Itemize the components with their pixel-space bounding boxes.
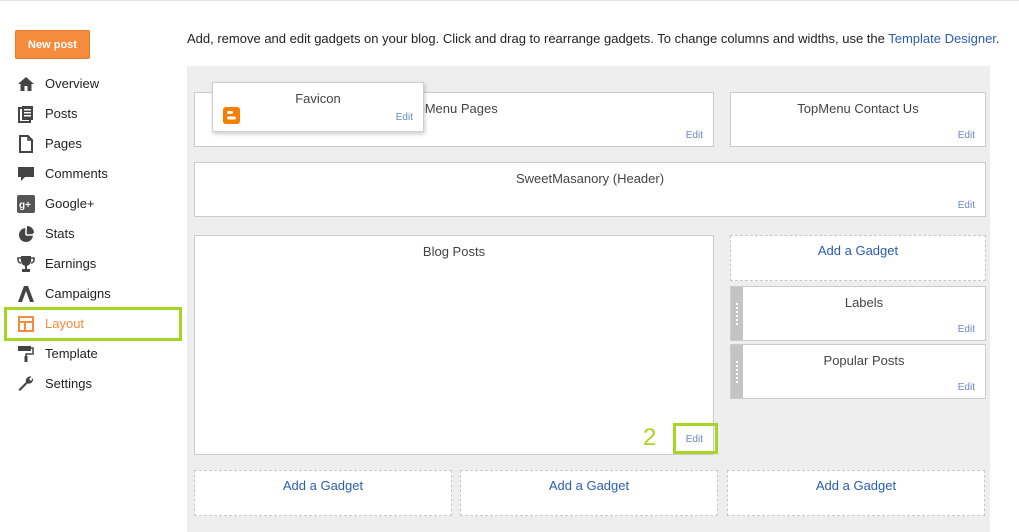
sidebar-item-settings[interactable]: Settings xyxy=(0,369,185,399)
svg-text:g+: g+ xyxy=(19,200,31,211)
gadget-title: Blog Posts xyxy=(422,244,486,259)
gadget-header[interactable]: SweetMasanory (Header) Edit xyxy=(194,162,986,217)
paint-roller-icon xyxy=(18,346,34,362)
pages-icon xyxy=(19,135,33,153)
sidebar-item-label: Overview xyxy=(45,76,100,91)
add-gadget-sidebar[interactable]: Add a Gadget xyxy=(730,235,986,281)
edit-link[interactable]: Edit xyxy=(958,324,975,335)
sidebar-item-pages[interactable]: Pages xyxy=(0,129,185,159)
edit-highlight-box xyxy=(673,423,718,454)
campaigns-icon xyxy=(18,286,34,302)
sidebar-item-overview[interactable]: Overview xyxy=(0,69,185,99)
pie-chart-icon xyxy=(19,226,34,242)
new-post-button[interactable]: New post xyxy=(15,30,90,59)
edit-link[interactable]: Edit xyxy=(958,200,975,211)
sidebar-item-label: Posts xyxy=(45,106,78,121)
annotation-step-2: 2 xyxy=(643,424,657,451)
gadget-topmenu-contact[interactable]: TopMenu Contact Us Edit xyxy=(730,92,986,147)
posts-icon xyxy=(18,106,33,123)
sidebar-item-label: Pages xyxy=(45,136,82,151)
sidebar-item-label: Settings xyxy=(45,376,92,391)
edit-link[interactable]: Edit xyxy=(396,112,413,123)
drag-handle[interactable] xyxy=(731,345,743,398)
intro-text: Add, remove and edit gadgets on your blo… xyxy=(187,31,1000,46)
edit-link[interactable]: Edit xyxy=(686,130,703,141)
gadget-title: SweetMasanory (Header) xyxy=(515,171,665,186)
gadget-title: Labels xyxy=(844,295,884,310)
sidebar-item-template[interactable]: Template xyxy=(0,339,185,369)
gadget-labels[interactable]: Labels Edit xyxy=(730,286,986,341)
sidebar-item-comments[interactable]: Comments xyxy=(0,159,185,189)
wrench-icon xyxy=(18,376,34,391)
sidebar-item-posts[interactable]: Posts xyxy=(0,99,185,129)
add-gadget-footer-2[interactable]: Add a Gadget xyxy=(460,470,718,516)
gadget-popular-posts[interactable]: Popular Posts Edit xyxy=(730,344,986,399)
gadget-title: TopMenu Contact Us xyxy=(797,101,919,116)
sidebar-item-label: Comments xyxy=(45,166,108,181)
add-gadget-footer-3[interactable]: Add a Gadget xyxy=(727,470,985,516)
sidebar-item-stats[interactable]: Stats xyxy=(0,219,185,249)
drag-handle[interactable] xyxy=(731,287,743,340)
add-gadget-link[interactable]: Add a Gadget xyxy=(461,478,717,493)
add-gadget-link[interactable]: Add a Gadget xyxy=(731,243,985,258)
gadget-blog-posts[interactable]: Blog Posts Edit xyxy=(194,235,714,455)
sidebar-item-label: Campaigns xyxy=(45,286,111,301)
add-gadget-link[interactable]: Add a Gadget xyxy=(728,478,984,493)
sidebar-item-google-plus[interactable]: g+ Google+ xyxy=(0,189,185,219)
sidebar-item-campaigns[interactable]: Campaigns xyxy=(0,279,185,309)
comment-icon xyxy=(18,167,34,181)
edit-link[interactable]: Edit xyxy=(958,382,975,393)
add-gadget-footer-1[interactable]: Add a Gadget xyxy=(194,470,452,516)
blogger-logo-icon xyxy=(223,107,240,124)
layout-highlight-box xyxy=(4,307,182,341)
edit-link[interactable]: Edit xyxy=(958,130,975,141)
add-gadget-link[interactable]: Add a Gadget xyxy=(195,478,451,493)
sidebar-item-label: Stats xyxy=(45,226,75,241)
sidebar-item-label: Earnings xyxy=(45,256,97,271)
trophy-icon xyxy=(17,256,35,272)
home-icon xyxy=(18,77,34,91)
template-designer-link[interactable]: Template Designer xyxy=(888,31,996,46)
sidebar-item-label: Template xyxy=(45,346,98,361)
gadget-title: Popular Posts xyxy=(823,353,905,368)
top-divider xyxy=(0,0,1019,1)
sidebar-item-earnings[interactable]: Earnings xyxy=(0,249,185,279)
intro-text-body: Add, remove and edit gadgets on your blo… xyxy=(187,31,889,46)
google-plus-icon: g+ xyxy=(17,195,35,213)
gadget-favicon-dragging[interactable]: Favicon Edit xyxy=(212,82,424,132)
gadget-title: Favicon xyxy=(295,91,341,106)
intro-text-end: . xyxy=(995,31,1000,46)
sidebar-item-label: Google+ xyxy=(45,196,95,211)
